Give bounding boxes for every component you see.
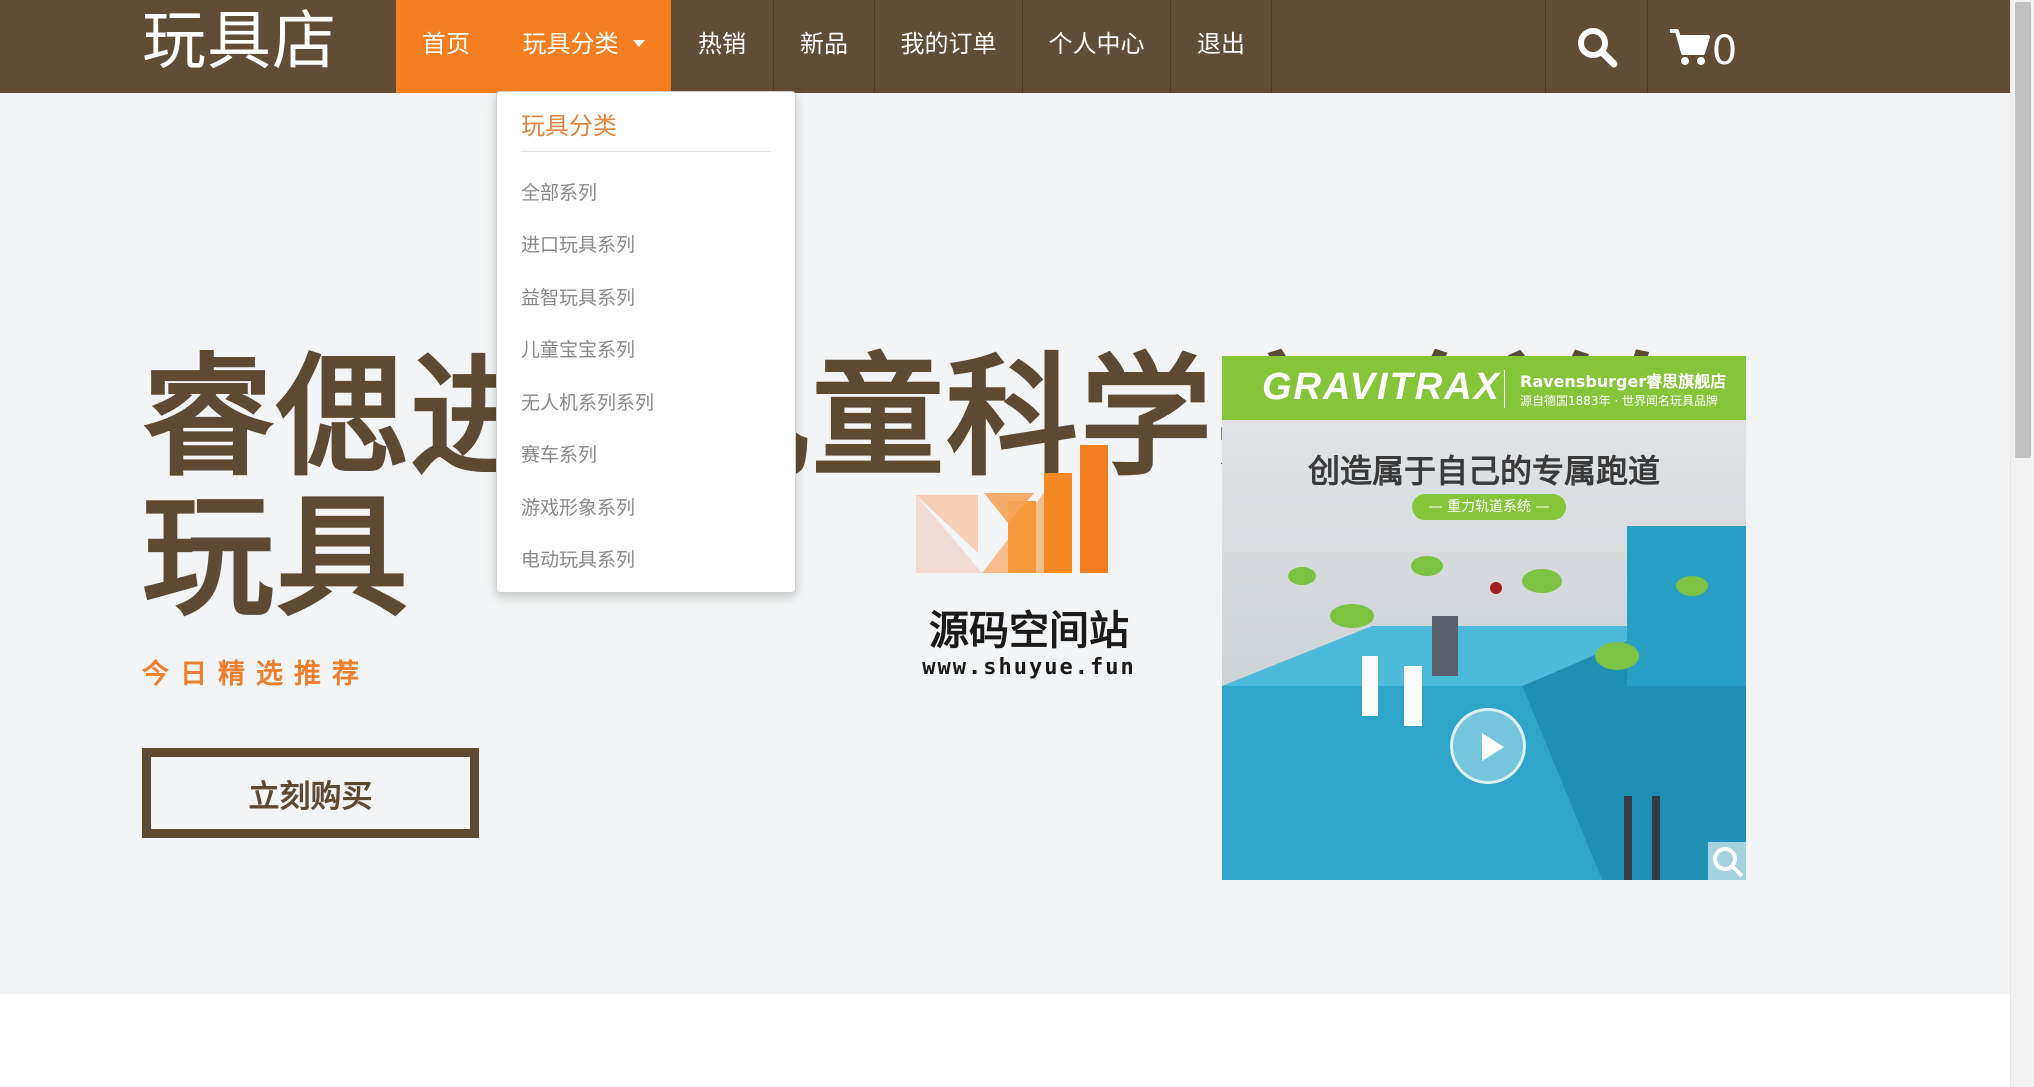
scrollbar-thumb[interactable] bbox=[2015, 2, 2031, 458]
nav-profile-label: 个人中心 bbox=[1048, 30, 1145, 58]
nav-new[interactable]: 新品 bbox=[774, 0, 875, 93]
page-scrollbar[interactable] bbox=[2010, 0, 2034, 1087]
nav-categories-label: 玩具分类 bbox=[522, 30, 619, 58]
nav-logout-label: 退出 bbox=[1197, 30, 1245, 58]
dropdown-item-game-figure[interactable]: 游戏形象系列 bbox=[521, 493, 635, 520]
nav-orders-label: 我的订单 bbox=[900, 30, 997, 58]
product-brand-sub: 源自德国1883年 · 世界闻名玩具品牌 bbox=[1520, 394, 1718, 408]
product-brand: Ravensburger睿思旗舰店 bbox=[1520, 372, 1727, 391]
dropdown-item-drone[interactable]: 无人机系列系列 bbox=[521, 388, 654, 415]
banner-divider bbox=[1504, 370, 1505, 408]
product-logo: GRAVITRAX bbox=[1262, 366, 1501, 408]
nav-hot-label: 热销 bbox=[698, 30, 746, 58]
search-button[interactable] bbox=[1545, 0, 1647, 93]
nav-orders[interactable]: 我的订单 bbox=[875, 0, 1023, 93]
buy-now-label: 立刻购买 bbox=[248, 778, 373, 815]
nav-hot[interactable]: 热销 bbox=[671, 0, 774, 93]
top-navbar: 玩具店 首页 玩具分类 热销 新品 我的订单 个人中心 退出 0 bbox=[0, 0, 2010, 93]
categories-dropdown: 玩具分类 全部系列 进口玩具系列 益智玩具系列 儿童宝宝系列 无人机系列系列 赛… bbox=[496, 91, 796, 593]
watermark-name: 源码空间站 bbox=[929, 608, 1129, 654]
dropdown-item-racing[interactable]: 赛车系列 bbox=[521, 440, 597, 467]
dropdown-item-imported[interactable]: 进口玩具系列 bbox=[521, 230, 635, 257]
buy-now-button[interactable]: 立刻购买 bbox=[142, 748, 479, 838]
dropdown-header: 玩具分类 bbox=[521, 106, 771, 152]
nav-home[interactable]: 首页 bbox=[396, 0, 496, 93]
site-logo[interactable]: 玩具店 bbox=[142, 0, 337, 93]
chevron-down-icon bbox=[632, 39, 645, 47]
hero-subtitle: 今日精选推荐 bbox=[142, 659, 370, 690]
nav-profile[interactable]: 个人中心 bbox=[1023, 0, 1171, 93]
nav-home-label: 首页 bbox=[422, 30, 470, 58]
cart-button[interactable]: 0 bbox=[1647, 0, 1757, 93]
dropdown-item-baby[interactable]: 儿童宝宝系列 bbox=[521, 335, 635, 362]
product-tag: — 重力轨道系统 — bbox=[1412, 494, 1566, 520]
dropdown-item-educational[interactable]: 益智玩具系列 bbox=[521, 283, 635, 310]
hero-section: 睿偲进口儿童科学实验益智玩具 今日精选推荐 立刻购买 源码空间站 www.shu… bbox=[0, 93, 2010, 994]
search-icon bbox=[1577, 27, 1617, 67]
nav-new-label: 新品 bbox=[800, 30, 848, 58]
nav-categories[interactable]: 玩具分类 bbox=[496, 0, 671, 93]
watermark-url: www.shuyue.fun bbox=[922, 655, 1136, 680]
dropdown-item-all[interactable]: 全部系列 bbox=[521, 178, 597, 205]
product-scene bbox=[1222, 356, 1746, 880]
product-banner: GRAVITRAX Ravensburger睿思旗舰店 源自德国1883年 · … bbox=[1222, 356, 1746, 420]
cart-icon bbox=[1669, 28, 1710, 65]
play-icon[interactable] bbox=[1450, 708, 1526, 784]
product-image[interactable]: GRAVITRAX Ravensburger睿思旗舰店 源自德国1883年 · … bbox=[1222, 356, 1746, 880]
nav-logout[interactable]: 退出 bbox=[1171, 0, 1272, 93]
product-headline: 创造属于自己的专属跑道 bbox=[1307, 452, 1660, 490]
zoom-icon[interactable] bbox=[1708, 842, 1746, 880]
cart-count: 0 bbox=[1711, 27, 1738, 74]
dropdown-item-electric[interactable]: 电动玩具系列 bbox=[521, 545, 635, 572]
